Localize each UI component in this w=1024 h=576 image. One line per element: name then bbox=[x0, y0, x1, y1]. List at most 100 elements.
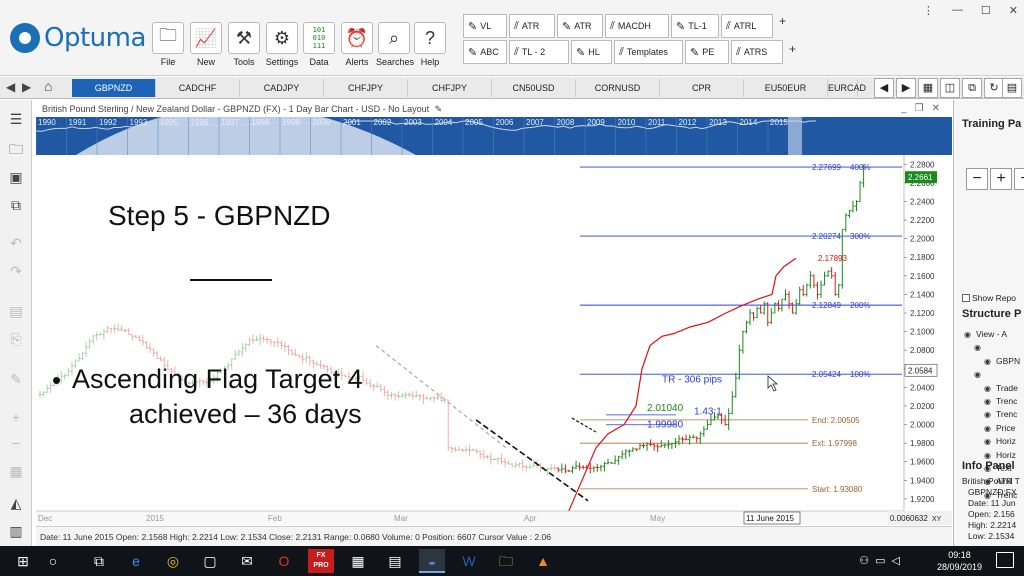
chrome-icon[interactable]: ◎ bbox=[160, 549, 186, 573]
home-icon[interactable]: ⌂ bbox=[44, 78, 52, 94]
clone-icon[interactable]: ⧉ bbox=[962, 78, 982, 98]
calculator-icon[interactable]: ▦ bbox=[345, 549, 371, 573]
undo-icon[interactable]: ↶ bbox=[5, 232, 27, 254]
text-tool-icon[interactable]: ☰ bbox=[5, 108, 27, 130]
layout-icon[interactable]: ◫ bbox=[940, 78, 960, 98]
optuma-icon[interactable]: ◒ bbox=[419, 549, 445, 573]
settings-button[interactable]: ⚙ Settings bbox=[264, 22, 300, 72]
row2-tool-4[interactable]: ✎ PE bbox=[685, 40, 729, 64]
row1-tool-4[interactable]: ✎ TL-1 bbox=[671, 14, 719, 38]
task-view-icon[interactable]: ⧉ bbox=[86, 549, 112, 573]
file-button[interactable]: 🗀 File bbox=[150, 22, 186, 72]
chart-minimize-icon[interactable]: _ bbox=[901, 103, 915, 114]
symbol-tab-cornusd[interactable]: CORNUSD bbox=[576, 79, 660, 97]
row1-tool-1[interactable]: ⫽ ATR bbox=[509, 14, 555, 38]
redo-icon[interactable]: ↷ bbox=[5, 260, 27, 282]
scroll-right-icon[interactable]: ▶ bbox=[22, 80, 31, 94]
zoom-in-icon[interactable]: + bbox=[5, 406, 27, 428]
taskbar-clock[interactable]: 09:18 28/09/2019 bbox=[937, 549, 982, 573]
symbol-tab-chfjpy[interactable]: CHFJPY bbox=[408, 79, 492, 97]
visibility-eye-icon[interactable]: ◉ bbox=[984, 435, 996, 448]
search-icon[interactable]: ○ bbox=[40, 549, 66, 573]
visibility-eye-icon[interactable]: ◉ bbox=[984, 395, 996, 408]
chart-options-icon[interactable]: ▤ bbox=[1002, 78, 1022, 98]
minimize-icon[interactable]: — bbox=[952, 4, 963, 17]
image-icon[interactable]: ◭ bbox=[5, 492, 27, 514]
wrench-icon[interactable]: ✎ bbox=[5, 368, 27, 390]
visibility-eye-icon[interactable]: ◉ bbox=[984, 382, 996, 395]
symbol-tab-eurcad[interactable]: EURCAD bbox=[828, 79, 866, 97]
tabs-left-icon[interactable]: ◀ bbox=[874, 78, 894, 98]
add-tool-row2-icon[interactable]: + bbox=[789, 42, 796, 56]
opera-icon[interactable]: O bbox=[271, 549, 297, 573]
print-icon[interactable]: ▤ bbox=[5, 300, 27, 322]
searches-button[interactable]: ⌕ Searches bbox=[376, 22, 414, 72]
structure-tree-item[interactable]: ◉ bbox=[974, 368, 986, 381]
show-report-checkbox[interactable]: Show Repo bbox=[962, 293, 1016, 303]
tile-windows-icon[interactable]: ▦ bbox=[918, 78, 938, 98]
add-tool-row1-icon[interactable]: + bbox=[779, 14, 786, 28]
visibility-eye-icon[interactable]: ◉ bbox=[964, 328, 976, 341]
word-icon[interactable]: W bbox=[456, 549, 482, 573]
volume-icon[interactable]: ◁ bbox=[892, 555, 906, 567]
row1-tool-3[interactable]: ⫽ MACDH bbox=[605, 14, 669, 38]
add-more-button[interactable]: + bbox=[1014, 168, 1024, 190]
structure-tree-item[interactable]: ◉ Trenc bbox=[984, 395, 1017, 408]
document-icon[interactable]: ▥ bbox=[5, 520, 27, 542]
row1-tool-0[interactable]: ✎ VL bbox=[463, 14, 507, 38]
visibility-eye-icon[interactable]: ◉ bbox=[974, 341, 986, 354]
row1-tool-5[interactable]: ⫽ ATRL bbox=[721, 14, 773, 38]
zoom-out-icon[interactable]: − bbox=[5, 432, 27, 454]
fxpro-icon[interactable]: FX PRO bbox=[308, 549, 334, 573]
visibility-eye-icon[interactable]: ◉ bbox=[984, 355, 996, 368]
structure-tree-item[interactable]: ◉ View - A bbox=[964, 328, 1007, 341]
new-button[interactable]: 📈 New bbox=[188, 22, 224, 72]
grid-icon[interactable]: ▦ bbox=[5, 460, 27, 482]
people-icon[interactable]: ⚇ bbox=[859, 555, 875, 567]
row2-tool-1[interactable]: ⫽ TL - 2 bbox=[509, 40, 569, 64]
maximize-icon[interactable]: ☐ bbox=[981, 4, 991, 17]
visibility-eye-icon[interactable]: ◉ bbox=[984, 408, 996, 421]
symbol-tab-cadjpy[interactable]: CADJPY bbox=[240, 79, 324, 97]
structure-tree-item[interactable]: ◉ Trenc bbox=[984, 408, 1017, 421]
tools-button[interactable]: ⚒ Tools bbox=[226, 22, 262, 72]
help-button[interactable]: ? Help bbox=[412, 22, 448, 72]
visibility-eye-icon[interactable]: ◉ bbox=[984, 422, 996, 435]
structure-tree-item[interactable]: ◉ Price bbox=[984, 422, 1015, 435]
chart-restore-icon[interactable]: ❐ bbox=[915, 103, 932, 114]
add-button[interactable]: + bbox=[990, 168, 1012, 190]
explorer-icon[interactable]: 🗀 bbox=[493, 549, 519, 573]
window-menu-icon[interactable]: ⋮ bbox=[923, 4, 934, 17]
overview-chart[interactable]: 1990 1991 1992 1993 1995 1996 1997 1998 1999 2000… bbox=[36, 117, 952, 155]
refresh-icon[interactable]: ↻ bbox=[984, 78, 1004, 98]
edge-icon[interactable]: e bbox=[123, 549, 149, 573]
action-center-icon[interactable] bbox=[996, 552, 1014, 568]
structure-tree-item[interactable]: ◉ bbox=[974, 341, 986, 354]
save-icon[interactable]: ▣ bbox=[5, 166, 27, 188]
structure-tree-item[interactable]: ◉ GBPN bbox=[984, 355, 1020, 368]
vlc-icon[interactable]: ▲ bbox=[530, 549, 556, 573]
row2-tool-5[interactable]: ⫽ ATRS bbox=[731, 40, 783, 64]
symbol-tab-chfjpy[interactable]: CHFJPY bbox=[324, 79, 408, 97]
mail-icon[interactable]: ✉ bbox=[234, 549, 260, 573]
symbol-tab-gbpnzd[interactable]: GBPNZD bbox=[72, 79, 156, 97]
data-button[interactable]: 101 010 111 Data bbox=[301, 22, 337, 72]
row2-tool-3[interactable]: ⫽ Templates bbox=[614, 40, 683, 64]
scroll-left-icon[interactable]: ◀ bbox=[6, 80, 15, 94]
row2-tool-2[interactable]: ✎ HL bbox=[571, 40, 612, 64]
network-icon[interactable]: ▭ bbox=[875, 555, 891, 567]
open-folder-icon[interactable]: 🗀 bbox=[5, 138, 27, 160]
chart-close-icon[interactable]: ✕ bbox=[932, 103, 948, 114]
chart-app-icon[interactable]: ▤ bbox=[382, 549, 408, 573]
remove-button[interactable]: − bbox=[966, 168, 988, 190]
close-icon[interactable]: ✕ bbox=[1009, 4, 1018, 17]
structure-tree-item[interactable]: ◉ Trade bbox=[984, 382, 1018, 395]
row1-tool-2[interactable]: ✎ ATR bbox=[557, 14, 603, 38]
structure-tree-item[interactable]: ◉ Horiz bbox=[984, 435, 1016, 448]
store-icon[interactable]: ▢ bbox=[197, 549, 223, 573]
tabs-right-icon[interactable]: ▶ bbox=[896, 78, 916, 98]
visibility-eye-icon[interactable]: ◉ bbox=[974, 368, 986, 381]
export-icon[interactable]: ⎘ bbox=[5, 328, 27, 350]
row2-tool-0[interactable]: ✎ ABC bbox=[463, 40, 507, 64]
symbol-tab-cadchf[interactable]: CADCHF bbox=[156, 79, 240, 97]
